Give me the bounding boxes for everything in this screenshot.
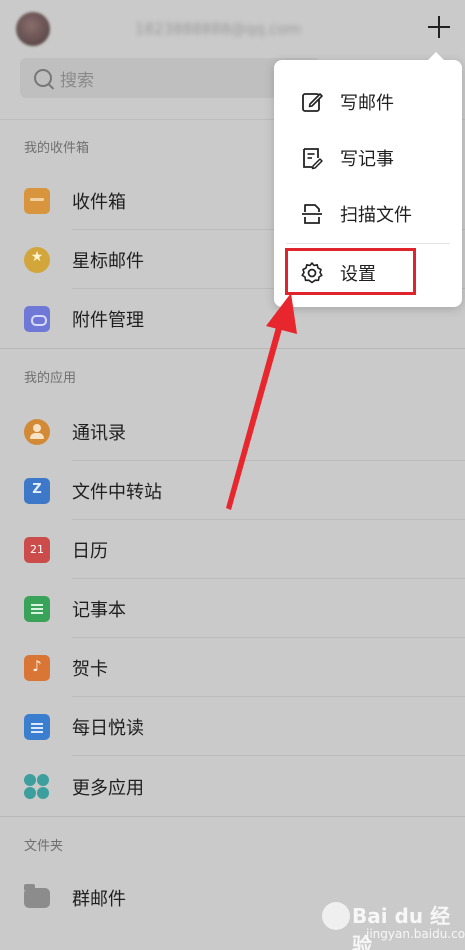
- settings-highlight-box: [285, 248, 416, 295]
- section-divider: [0, 348, 465, 349]
- folder-icon: [24, 883, 50, 908]
- baidu-jingyan-watermark: Bai du 经验 jingyan.baidu.com: [322, 900, 465, 950]
- list-item-label: 附件管理: [72, 309, 144, 331]
- section-label-folders: 文件夹: [24, 839, 64, 854]
- menu-item-write-note[interactable]: 写记事: [274, 130, 462, 186]
- menu-item-label: 写邮件: [340, 93, 394, 114]
- inbox-icon: [24, 187, 50, 214]
- more-apps-icon: [24, 773, 50, 800]
- list-item-label: 通讯录: [72, 422, 126, 444]
- file-transfer-icon: [24, 477, 50, 504]
- menu-item-label: 写记事: [340, 149, 394, 170]
- plus-icon[interactable]: [426, 14, 452, 40]
- account-address: 1823888888@qq.com: [135, 20, 302, 38]
- list-item-calendar[interactable]: 日历: [0, 520, 465, 579]
- list-item-label: 群邮件: [72, 888, 126, 910]
- list-item-contacts[interactable]: 通讯录: [0, 402, 465, 461]
- paw-logo-icon: [322, 902, 350, 930]
- menu-item-compose[interactable]: 写邮件: [274, 74, 462, 130]
- list-item-label: 每日悦读: [72, 717, 144, 739]
- list-item-daily-reading[interactable]: 每日悦读: [0, 697, 465, 756]
- list-item-label: 贺卡: [72, 658, 108, 680]
- list-item-label: 更多应用: [72, 777, 144, 799]
- list-item-label: 文件中转站: [72, 481, 162, 503]
- greeting-card-icon: [24, 654, 50, 681]
- section-divider: [0, 816, 465, 817]
- watermark-subtext: jingyan.baidu.com: [366, 927, 465, 941]
- list-item-label: 日历: [72, 540, 108, 562]
- avatar[interactable]: [16, 12, 50, 46]
- scan-icon: [302, 204, 322, 224]
- watermark-text: Bai du 经验: [352, 904, 451, 950]
- menu-item-label: 扫描文件: [340, 205, 412, 226]
- compose-icon: [302, 93, 323, 112]
- list-item-label: 记事本: [72, 599, 126, 621]
- menu-item-scan[interactable]: 扫描文件: [274, 186, 462, 242]
- section-label-mailbox: 我的收件箱: [24, 141, 90, 156]
- star-icon: [24, 246, 50, 273]
- calendar-icon: [24, 536, 50, 563]
- list-item-notebook[interactable]: 记事本: [0, 579, 465, 638]
- search-placeholder: 搜索: [60, 70, 94, 91]
- list-item-label: 星标邮件: [72, 250, 144, 272]
- list-item-file-transfer[interactable]: 文件中转站: [0, 461, 465, 520]
- list-item-label: 收件箱: [72, 191, 126, 213]
- write-note-icon: [303, 148, 323, 170]
- contacts-icon: [24, 418, 50, 445]
- menu-divider: [286, 243, 450, 244]
- notebook-icon: [24, 595, 50, 622]
- mail-app-screen: 1823888888@qq.com 搜索 我的收件箱 收件箱 星标邮件 附件管理…: [0, 0, 465, 950]
- section-label-apps: 我的应用: [24, 371, 77, 386]
- list-item-greeting-card[interactable]: 贺卡: [0, 638, 465, 697]
- daily-reading-icon: [24, 713, 50, 740]
- attachment-icon: [24, 305, 50, 332]
- list-item-more-apps[interactable]: 更多应用: [0, 757, 465, 816]
- search-icon: [34, 69, 52, 87]
